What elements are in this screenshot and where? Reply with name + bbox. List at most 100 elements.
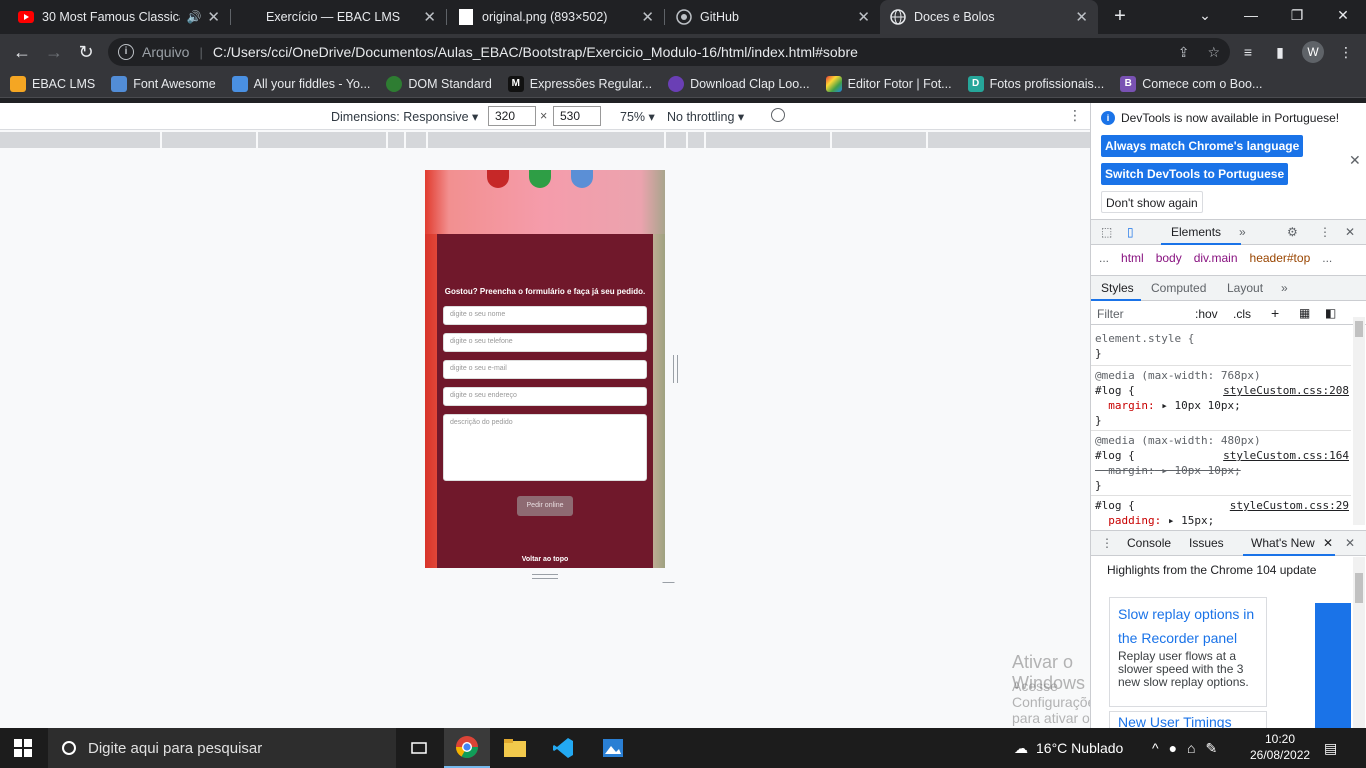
menu-kebab-icon[interactable]: ⋮ — [1336, 42, 1356, 62]
breadcrumb-item[interactable]: ... — [1322, 251, 1332, 271]
rotate-icon[interactable] — [771, 108, 785, 122]
vscode-icon[interactable] — [540, 728, 586, 768]
styles-scrollbar[interactable] — [1353, 317, 1365, 525]
bookmark-item[interactable]: Download Clap Loo... — [668, 75, 810, 92]
chevron-up-icon[interactable]: ^ — [1152, 740, 1159, 756]
bookmark-item[interactable]: M Expressões Regular... — [507, 75, 652, 92]
address-bar[interactable]: i Arquivo | C:/Users/cci/OneDrive/Docume… — [108, 38, 1230, 66]
tab-styles[interactable]: Styles — [1101, 281, 1134, 295]
name-input[interactable]: digite o seu nome — [443, 306, 647, 325]
media-controls-icon[interactable]: ≡ — [1238, 42, 1258, 62]
breadcrumb-item[interactable]: header#top — [1250, 251, 1311, 271]
taskbar-clock[interactable]: 10:20 26/08/2022 — [1250, 731, 1310, 763]
device-toggle-icon[interactable]: ▯ — [1127, 225, 1134, 239]
task-view-icon[interactable] — [396, 728, 442, 768]
tab-computed[interactable]: Computed — [1151, 281, 1206, 295]
device-menu-icon[interactable]: ⋮ — [1068, 107, 1082, 124]
toggle-sidebar-icon[interactable]: ◧ — [1325, 306, 1336, 320]
order-description-textarea[interactable]: descrição do pedido — [443, 414, 647, 481]
back-icon[interactable]: ← — [10, 40, 34, 64]
close-tab-icon[interactable]: ✕ — [423, 8, 436, 26]
reload-icon[interactable]: ↻ — [74, 40, 98, 64]
bookmark-star-icon[interactable]: ☆ — [1207, 44, 1220, 61]
close-devtools-icon[interactable]: ✕ — [1345, 225, 1355, 239]
inspect-icon[interactable]: ⬚ — [1101, 225, 1112, 239]
source-link[interactable]: styleCustom.css:208 — [1223, 383, 1349, 398]
weather-widget[interactable]: ☁ 16°C Nublado — [1014, 728, 1123, 768]
rule-media-480[interactable]: @media (max-width: 480px) #log {styleCus… — [1091, 433, 1351, 493]
zoom-select[interactable]: 75% ▾ — [620, 109, 655, 124]
width-input[interactable]: 320 — [488, 106, 536, 126]
address-url[interactable]: C:/Users/cci/OneDrive/Documentos/Aulas_E… — [213, 44, 858, 60]
breadcrumb-item[interactable]: ... — [1099, 251, 1109, 271]
photos-app-icon[interactable] — [590, 728, 636, 768]
info-icon[interactable]: i — [118, 44, 134, 60]
share-icon[interactable]: ⇪ — [1178, 44, 1190, 61]
hov-button[interactable]: :hov — [1195, 307, 1218, 321]
avatar[interactable]: W — [1302, 41, 1324, 63]
bookmark-item[interactable]: B Comece com o Boo... — [1120, 75, 1262, 92]
taskbar-search[interactable]: Digite aqui para pesquisar — [48, 728, 396, 768]
source-link[interactable]: styleCustom.css:164 — [1223, 448, 1349, 463]
whats-new-card[interactable]: Slow replay options in the Recorder pane… — [1109, 597, 1267, 707]
drawer-menu-icon[interactable]: ⋮ — [1101, 536, 1113, 550]
whatsapp-icon[interactable] — [529, 170, 551, 188]
media-query-bar[interactable] — [0, 132, 1090, 148]
tab-github[interactable]: GitHub ✕ — [666, 0, 880, 34]
switch-language-button[interactable]: Switch DevTools to Portuguese — [1101, 163, 1289, 185]
phone-input[interactable]: digite o seu telefone — [443, 333, 647, 352]
tab-original-png[interactable]: original.png (893×502) ✕ — [448, 0, 664, 34]
more-subtabs-icon[interactable]: » — [1281, 281, 1288, 295]
close-tab-icon[interactable]: ✕ — [1075, 8, 1088, 26]
tab-elements[interactable]: Elements — [1171, 225, 1221, 239]
resize-handle-bottom[interactable] — [532, 574, 558, 579]
speaker-icon[interactable]: 🔊 — [186, 10, 201, 24]
dimensions-select[interactable]: Dimensions: Responsive ▾ — [331, 109, 478, 124]
close-window-button[interactable]: ✕ — [1320, 0, 1366, 30]
tab-console[interactable]: Console — [1127, 536, 1171, 550]
match-language-button[interactable]: Always match Chrome's language — [1101, 135, 1304, 157]
source-link[interactable]: styleCustom.css:29 — [1230, 498, 1349, 513]
settings-gear-icon[interactable]: ⚙ — [1287, 225, 1298, 239]
bookmark-item[interactable]: D Fotos profissionais... — [967, 75, 1104, 92]
bookmark-item[interactable]: Font Awesome — [111, 75, 216, 92]
close-icon[interactable]: ✕ — [1349, 152, 1361, 169]
address-input[interactable]: digite o seu endereço — [443, 387, 647, 406]
tab-layout[interactable]: Layout — [1227, 281, 1263, 295]
tab-issues[interactable]: Issues — [1189, 536, 1224, 550]
dont-show-again-button[interactable]: Don't show again — [1101, 191, 1203, 213]
new-rule-icon[interactable]: + — [1271, 305, 1279, 321]
tab-doces-e-bolos[interactable]: Doces e Bolos ✕ — [880, 0, 1098, 34]
resize-handle-corner[interactable] — [662, 571, 686, 583]
pen-icon[interactable]: ✎ — [1206, 740, 1218, 757]
notification-badge-icon[interactable]: ● — [1169, 740, 1177, 756]
breadcrumb-item[interactable]: div.main — [1194, 251, 1238, 271]
breadcrumb-item[interactable]: html — [1121, 251, 1144, 271]
rule-element-style[interactable]: element.style { } — [1091, 331, 1351, 361]
rule-log[interactable]: #log {styleCustom.css:29 padding: ▸ 15px… — [1091, 498, 1351, 528]
close-tab-icon[interactable]: ✕ — [641, 8, 654, 26]
tab-whats-new[interactable]: What's New — [1251, 536, 1315, 550]
close-tab-icon[interactable]: ✕ — [207, 8, 220, 26]
new-tab-button[interactable]: + — [1108, 4, 1132, 28]
paint-icon[interactable]: ▦ — [1299, 306, 1310, 320]
close-tab-icon[interactable]: ✕ — [857, 8, 870, 26]
rule-media-768[interactable]: @media (max-width: 768px) #log {styleCus… — [1091, 368, 1351, 428]
tab-youtube[interactable]: 30 Most Famous Classica 🔊 ✕ — [8, 0, 230, 34]
restore-button[interactable]: ❐ — [1274, 0, 1320, 30]
file-explorer-icon[interactable] — [492, 728, 538, 768]
devtools-menu-icon[interactable]: ⋮ — [1319, 225, 1331, 239]
windows-start-icon[interactable] — [14, 739, 32, 757]
minimize-button[interactable]: — — [1228, 0, 1274, 30]
close-drawer-icon[interactable]: ✕ — [1345, 536, 1355, 550]
cls-button[interactable]: .cls — [1233, 307, 1251, 321]
filter-input[interactable]: Filter — [1097, 307, 1124, 321]
breadcrumb-item[interactable]: body — [1156, 251, 1182, 271]
bookmark-item[interactable]: EBAC LMS — [10, 75, 95, 92]
network-icon[interactable]: ⌂ — [1187, 740, 1195, 756]
side-panel-icon[interactable]: ▮ — [1270, 42, 1290, 62]
tab-search-icon[interactable]: ⌄ — [1182, 0, 1228, 30]
bookmark-item[interactable]: All your fiddles - Yo... — [231, 75, 370, 92]
tab-ebac[interactable]: Exercício — EBAC LMS ✕ — [232, 0, 446, 34]
close-tab-icon[interactable]: ✕ — [1323, 536, 1333, 550]
